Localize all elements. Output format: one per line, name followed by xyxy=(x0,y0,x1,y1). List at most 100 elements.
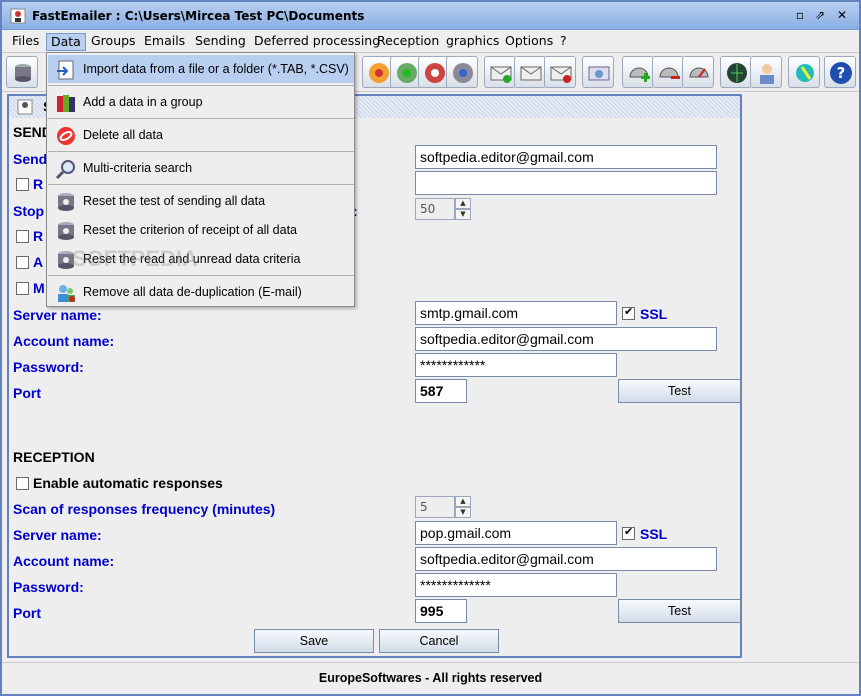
smtp-ssl-label: SSL xyxy=(640,306,668,322)
smtp-password-label: Password: xyxy=(13,359,84,375)
stop-value-spinner[interactable]: 50 xyxy=(415,198,455,220)
menu-data[interactable]: Data xyxy=(46,33,86,51)
toolbar-button-web[interactable] xyxy=(720,56,752,88)
envelope-gear-icon xyxy=(588,66,610,81)
books-icon xyxy=(57,95,75,112)
menu-sending[interactable]: Sending xyxy=(191,33,250,51)
toolbar-button-email-add[interactable] xyxy=(484,56,516,88)
gauge-icon xyxy=(689,67,709,78)
smtp-server-label: Server name: xyxy=(13,307,102,323)
panel-icon xyxy=(17,99,33,115)
database-icon xyxy=(58,193,74,211)
toolbar-button-gauge-add[interactable] xyxy=(622,56,654,88)
menu-item-delete-all-data[interactable]: Delete all data xyxy=(48,121,354,149)
smtp-test-button[interactable]: Test xyxy=(618,379,741,403)
sending-checkbox-1[interactable] xyxy=(16,178,29,191)
sending-checkbox-3-label: A xyxy=(33,254,44,270)
cancel-button[interactable]: Cancel xyxy=(379,629,499,653)
toolbar-button-email-edit[interactable] xyxy=(514,56,546,88)
toolbar-button-gray[interactable] xyxy=(446,56,478,88)
scan-spinner-down[interactable]: ▼ xyxy=(455,507,471,518)
sending-checkbox-1-label: R xyxy=(33,176,44,192)
sender-email-field[interactable]: softpedia.editor@gmail.com xyxy=(415,145,717,169)
stop-spinner-up[interactable]: ▲ xyxy=(455,198,471,209)
minimize-icon[interactable]: ▫ xyxy=(792,8,808,24)
toolbar-button-user[interactable] xyxy=(750,56,782,88)
menu-emails[interactable]: Emails xyxy=(140,33,189,51)
pop-server-field[interactable]: pop.gmail.com xyxy=(415,521,617,545)
menu-options[interactable]: Options xyxy=(501,33,557,51)
menu-item-add-data-group[interactable]: Add a data in a group xyxy=(48,88,354,116)
app-window: FastEmailer : C:\Users\Mircea Test PC\Do… xyxy=(0,0,861,696)
scan-spinner-up[interactable]: ▲ xyxy=(455,496,471,507)
pop-test-button[interactable]: Test xyxy=(618,599,741,623)
menu-files[interactable]: Files xyxy=(8,33,43,51)
pop-ssl-checkbox[interactable] xyxy=(622,525,635,540)
auto-responses-checkbox[interactable] xyxy=(16,477,29,490)
pop-password-field[interactable]: ************* xyxy=(415,573,617,597)
sending-checkbox-3[interactable] xyxy=(16,256,29,269)
close-icon[interactable]: ✕ xyxy=(834,8,850,24)
app-icon xyxy=(10,8,26,24)
sending-checkbox-2[interactable] xyxy=(16,230,29,243)
menu-graphics[interactable]: graphics xyxy=(442,33,503,51)
menu-item-reset-receipt-criterion[interactable]: Reset the criterion of receipt of all da… xyxy=(48,216,354,244)
pop-ssl-label: SSL xyxy=(640,526,668,542)
menu-groups[interactable]: Groups xyxy=(87,33,140,51)
toolbar-button-help[interactable]: ? xyxy=(824,56,856,88)
disc-blue-icon xyxy=(453,63,473,83)
smtp-account-field[interactable]: softpedia.editor@gmail.com xyxy=(415,327,717,351)
menu-item-reset-sending-test-label: Reset the test of sending all data xyxy=(83,194,266,208)
import-icon xyxy=(57,60,74,80)
menu-separator xyxy=(48,118,354,119)
toolbar-button-gauge-edit[interactable] xyxy=(682,56,714,88)
menu-help[interactable]: ? xyxy=(556,33,571,51)
envelope-add-icon xyxy=(490,66,512,83)
refresh-icon xyxy=(796,64,814,82)
toolbar-button-email-settings[interactable] xyxy=(582,56,614,88)
sending-checkbox-4-label: M xyxy=(33,280,45,296)
maximize-icon[interactable]: ⇗ xyxy=(812,8,828,24)
pop-account-field[interactable]: softpedia.editor@gmail.com xyxy=(415,547,717,571)
database-icon xyxy=(58,222,74,240)
watermark: SOFTPEDIA xyxy=(72,246,198,271)
delete-icon xyxy=(57,127,75,145)
scan-frequency-spinner[interactable]: 5 xyxy=(415,496,455,518)
stop-spinner-down[interactable]: ▼ xyxy=(455,209,471,220)
menu-item-remove-deduplication[interactable]: Remove all data de-duplication (E-mail) xyxy=(48,278,354,306)
smtp-port-field[interactable]: 587 xyxy=(415,379,467,403)
svg-text:?: ? xyxy=(837,64,846,82)
disc-green-icon xyxy=(397,63,417,83)
menu-item-multi-criteria-search[interactable]: Multi-criteria search xyxy=(48,154,354,182)
pop-account-label: Account name: xyxy=(13,553,115,569)
menu-item-remove-deduplication-label: Remove all data de-duplication (E-mail) xyxy=(83,285,302,299)
sender-label: Send xyxy=(13,151,48,167)
sending-checkbox-4[interactable] xyxy=(16,282,29,295)
menu-item-multi-criteria-search-label: Multi-criteria search xyxy=(83,161,193,175)
toolbar-button-gauge-remove[interactable] xyxy=(652,56,684,88)
globe-icon xyxy=(727,63,747,83)
toolbar-button-update[interactable] xyxy=(788,56,820,88)
scan-frequency-label: Scan of responses frequency (minutes) xyxy=(13,501,276,517)
menu-item-reset-sending-test[interactable]: Reset the test of sending all data xyxy=(48,187,354,215)
database-icon xyxy=(15,64,31,82)
menu-item-import-data[interactable]: Import data from a file or a folder (*.T… xyxy=(48,55,354,83)
smtp-password-field[interactable]: ************ xyxy=(415,353,617,377)
menu-deferred-processing[interactable]: Deferred processing xyxy=(250,33,384,51)
smtp-server-field[interactable]: smtp.gmail.com xyxy=(415,301,617,325)
reception-heading: RECEPTION xyxy=(13,449,95,465)
help-icon: ? xyxy=(830,62,852,84)
toolbar-button-database[interactable] xyxy=(6,56,38,88)
menu-separator xyxy=(48,151,354,152)
save-button[interactable]: Save xyxy=(254,629,374,653)
smtp-ssl-checkbox[interactable] xyxy=(622,305,635,320)
sending-field-2[interactable] xyxy=(415,171,717,195)
menu-item-add-data-group-label: Add a data in a group xyxy=(83,95,203,109)
menu-separator xyxy=(48,275,354,276)
menu-reception[interactable]: Reception xyxy=(373,33,443,51)
pop-port-field[interactable]: 995 xyxy=(415,599,467,623)
toolbar-button-email-remove[interactable] xyxy=(544,56,576,88)
magnifier-icon xyxy=(55,160,75,180)
users-icon xyxy=(58,285,75,302)
gauge-remove-icon xyxy=(659,67,680,79)
